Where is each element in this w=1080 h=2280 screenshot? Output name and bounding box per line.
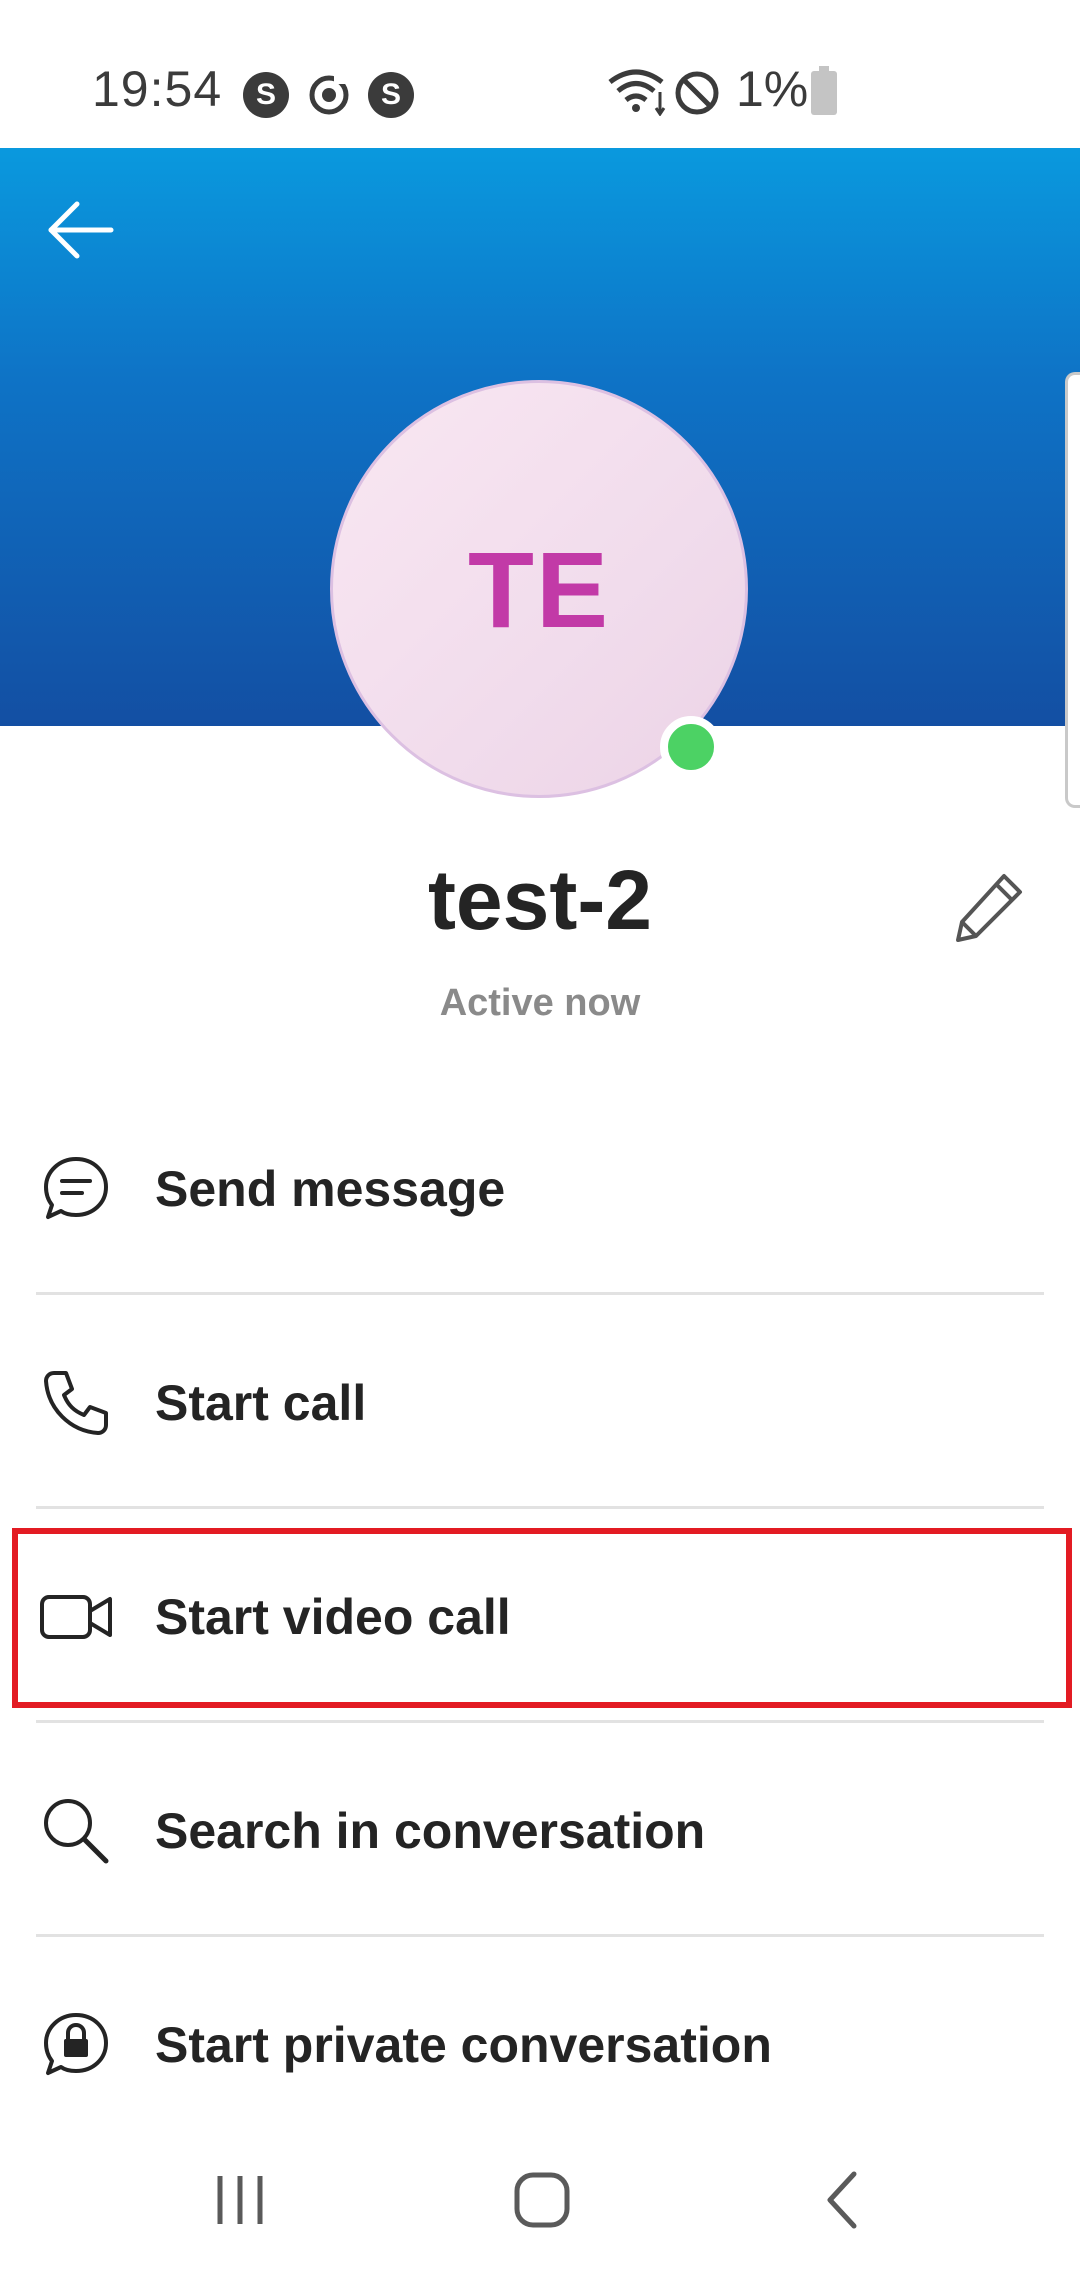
home-icon bbox=[514, 2172, 570, 2228]
sync-icon bbox=[306, 72, 352, 118]
battery-icon bbox=[810, 66, 838, 116]
navigation-bar bbox=[0, 2120, 1080, 2280]
status-time: 19:54 bbox=[92, 61, 223, 117]
menu-item-label: Send message bbox=[155, 1161, 506, 1217]
menu-item-label: Start video call bbox=[155, 1589, 511, 1645]
divider bbox=[36, 1506, 1044, 1509]
profile-name: test-2 bbox=[427, 853, 653, 947]
divider bbox=[36, 1934, 1044, 1937]
menu-item-label: Start private conversation bbox=[155, 2017, 772, 2073]
menu-item-start-private-conversation[interactable]: Start private conversation bbox=[0, 1950, 1080, 2140]
recent-apps-icon bbox=[217, 2176, 263, 2224]
video-camera-icon bbox=[36, 1577, 116, 1657]
scroll-indicator bbox=[1065, 372, 1080, 808]
pencil-icon bbox=[956, 874, 1022, 942]
skype-icon: S bbox=[243, 72, 289, 118]
menu-item-start-call[interactable]: Start call bbox=[0, 1308, 1080, 1498]
divider bbox=[36, 1720, 1044, 1723]
back-arrow-icon bbox=[48, 201, 114, 259]
presence-indicator bbox=[660, 716, 722, 778]
profile-status: Active now bbox=[439, 982, 641, 1024]
divider bbox=[36, 1292, 1044, 1295]
home-button[interactable] bbox=[482, 2140, 602, 2260]
recent-apps-button[interactable] bbox=[180, 2140, 300, 2260]
avatar-initials: TE bbox=[467, 528, 610, 650]
chat-bubble-icon bbox=[36, 1149, 116, 1229]
status-bar: 19:54 S S 1% bbox=[0, 0, 1080, 148]
menu-item-start-video-call[interactable]: Start video call bbox=[0, 1522, 1080, 1712]
phone-icon bbox=[36, 1363, 116, 1443]
back-icon bbox=[827, 2171, 857, 2229]
menu-item-label: Search in conversation bbox=[155, 1803, 706, 1859]
battery-percent: 1% bbox=[736, 61, 809, 117]
menu-item-search-in-conversation[interactable]: Search in conversation bbox=[0, 1736, 1080, 1926]
menu-item-label: Start call bbox=[155, 1375, 367, 1431]
wifi-icon bbox=[606, 68, 670, 117]
lock-chat-icon bbox=[36, 2005, 116, 2085]
menu-item-send-message[interactable]: Send message bbox=[0, 1094, 1080, 1284]
skype-icon: S bbox=[368, 72, 414, 118]
edit-name-button[interactable] bbox=[940, 860, 1036, 956]
do-not-disturb-icon bbox=[674, 70, 720, 116]
search-icon bbox=[36, 1791, 116, 1871]
system-back-button[interactable] bbox=[784, 2140, 904, 2260]
back-button[interactable] bbox=[30, 180, 130, 280]
